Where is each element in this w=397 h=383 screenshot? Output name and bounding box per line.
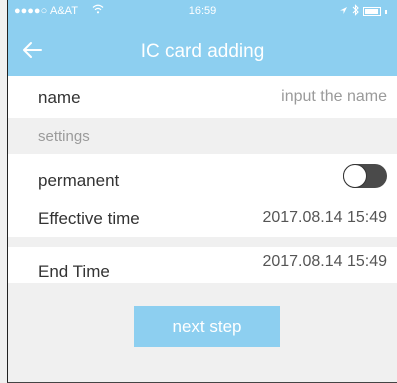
next-step-button[interactable]: next step [134,306,280,347]
permanent-row: permanent [8,154,397,197]
page-title: IC card adding [140,41,265,62]
name-label: name [38,88,81,107]
status-bar: ●●●●○ A&AT 16:59 [8,0,397,22]
row-divider [8,237,397,247]
settings-section-header: settings [8,118,397,154]
end-time-value[interactable]: 2017.08.14 15:49 [262,253,387,271]
toggle-knob [343,164,367,188]
battery-tip [385,9,387,14]
effective-time-row[interactable]: Effective time 2017.08.14 15:49 [8,197,397,237]
battery-icon [363,7,381,16]
bluetooth-icon [352,4,359,19]
end-time-label: End Time [38,262,110,281]
name-input[interactable]: input the name [281,88,387,106]
settings-section-label: settings [38,128,90,145]
permanent-toggle[interactable] [343,164,387,188]
status-right-group [339,4,387,19]
permanent-label: permanent [38,171,120,190]
app-header: ●●●●○ A&AT 16:59 IC card adding [8,0,397,76]
title-bar: IC card adding [8,32,397,72]
location-arrow-icon [339,6,348,18]
name-row[interactable]: name input the name [8,76,397,118]
effective-time-label: Effective time [38,209,140,228]
app-screen: ●●●●○ A&AT 16:59 IC card adding name inp… [7,0,397,383]
effective-time-value[interactable]: 2017.08.14 15:49 [262,209,387,227]
end-time-row[interactable]: End Time 2017.08.14 15:49 [8,247,397,283]
